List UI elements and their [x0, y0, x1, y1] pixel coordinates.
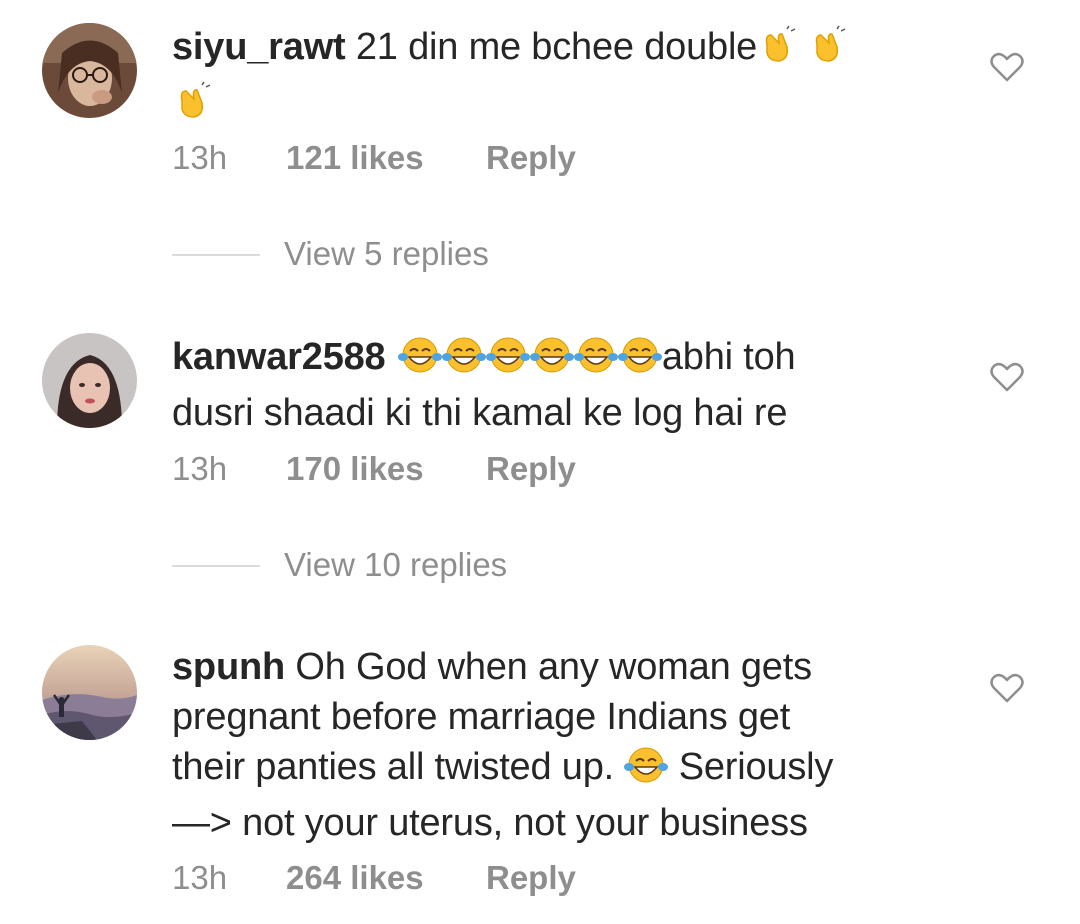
comment-body: their panties all twisted up.	[172, 746, 625, 788]
likes-count[interactable]: 121 likes	[286, 138, 424, 178]
timestamp: 13h	[172, 859, 228, 896]
comment-body: Oh God when any woman gets	[284, 646, 812, 688]
tears-of-joy-icon	[441, 335, 486, 388]
username[interactable]: kanwar2588	[172, 336, 386, 378]
clapping-hands-icon	[172, 81, 212, 134]
comment-body: abhi toh	[661, 336, 796, 378]
tears-of-joy-icon	[617, 335, 662, 388]
avatar[interactable]	[42, 333, 137, 428]
clapping-hands-icon	[807, 25, 847, 78]
timestamp: 13h	[172, 139, 228, 176]
reply-button[interactable]: Reply	[486, 138, 576, 178]
reply-button[interactable]: Reply	[486, 858, 576, 898]
comment-text: siyu_rawt 21 din me bchee double	[172, 22, 932, 134]
comment-text: spunh Oh God when any woman gets pregnant…	[172, 642, 932, 848]
username[interactable]: siyu_rawt	[172, 26, 346, 68]
divider-line	[172, 565, 260, 567]
avatar[interactable]	[42, 23, 137, 118]
likes-count[interactable]: 264 likes	[286, 858, 424, 898]
like-heart-icon[interactable]	[990, 362, 1024, 392]
likes-count[interactable]: 170 likes	[286, 449, 424, 489]
tears-of-joy-icon	[485, 335, 530, 388]
avatar[interactable]	[42, 645, 137, 740]
tears-of-joy-icon	[529, 335, 574, 388]
tears-of-joy-icon	[624, 745, 669, 798]
tears-of-joy-icon	[397, 335, 442, 388]
like-heart-icon[interactable]	[990, 52, 1024, 82]
comment-body: dusri shaadi ki thi kamal ke log hai re	[172, 392, 788, 434]
comment-text: kanwar2588 abhi toh dusri shaadi ki thi k…	[172, 332, 932, 438]
comment-body: pregnant before marriage Indians get	[172, 696, 791, 738]
view-replies-label: View 5 replies	[284, 235, 489, 272]
comment-body: Seriously	[668, 746, 834, 788]
tears-of-joy-icon	[573, 335, 618, 388]
divider-line	[172, 254, 260, 256]
comment-body: —> not your uterus, not your business	[172, 802, 808, 844]
view-replies-label: View 10 replies	[284, 546, 508, 583]
timestamp: 13h	[172, 450, 228, 487]
comment-body: 21 din me bchee double	[345, 26, 758, 68]
like-heart-icon[interactable]	[990, 673, 1024, 703]
clapping-hands-icon	[757, 25, 797, 78]
reply-button[interactable]: Reply	[486, 449, 576, 489]
username[interactable]: spunh	[172, 646, 285, 688]
